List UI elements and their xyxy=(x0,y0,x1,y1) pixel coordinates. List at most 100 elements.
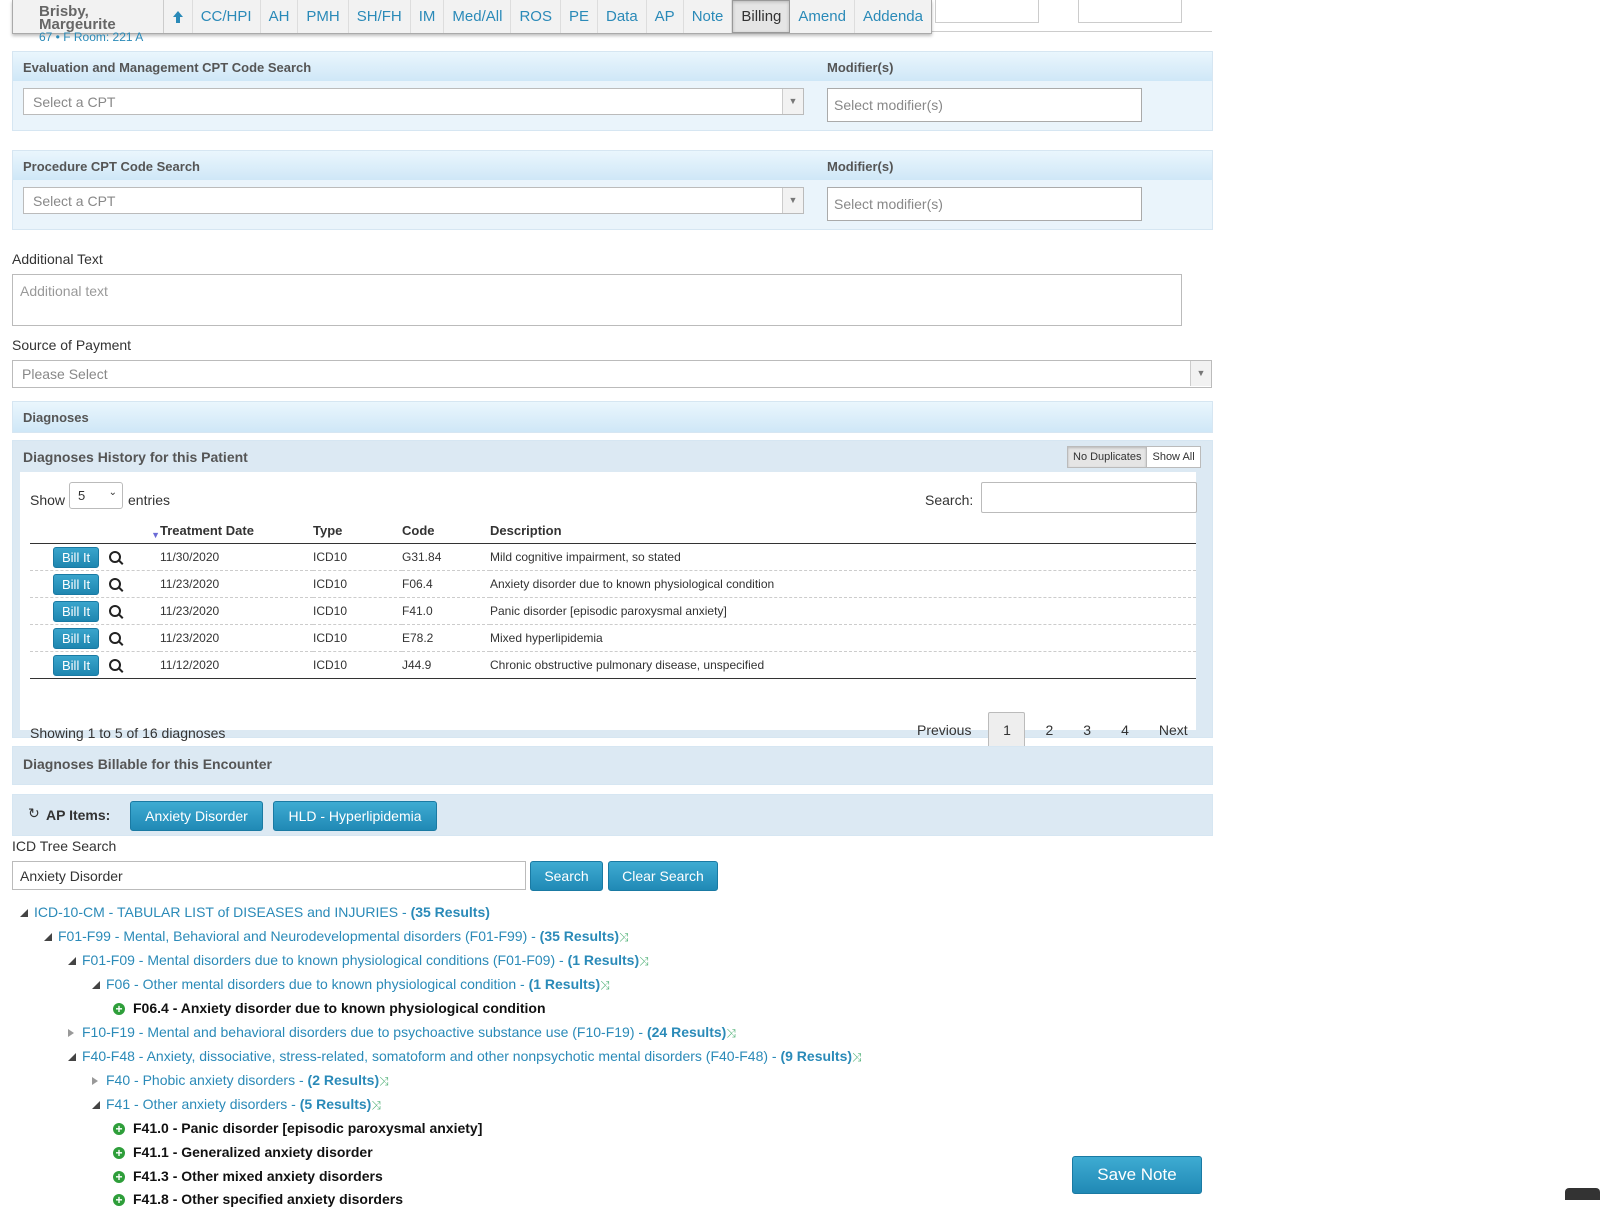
leaf-label[interactable]: F41.0 - Panic disorder [episodic paroxys… xyxy=(133,1120,482,1136)
next-page-button[interactable]: Next xyxy=(1159,722,1188,738)
collapsed-triangle-icon[interactable] xyxy=(68,1029,74,1037)
tab-im[interactable]: IM xyxy=(411,0,445,33)
no-duplicates-button[interactable]: No Duplicates xyxy=(1067,446,1148,468)
tab-note[interactable]: Note xyxy=(684,0,733,33)
icd-search-button[interactable]: Search xyxy=(530,861,603,891)
tree-node-label[interactable]: F01-F99 - Mental, Behavioral and Neurode… xyxy=(58,928,540,944)
prev-page-button[interactable]: Previous xyxy=(917,722,971,738)
payment-select[interactable]: Please Select ▼ xyxy=(12,360,1212,388)
icd-tree-node[interactable]: F01-F09 - Mental disorders due to known … xyxy=(68,952,649,969)
col-type[interactable]: Type xyxy=(313,517,402,544)
shuffle-icon[interactable]: ⤨ xyxy=(726,1026,736,1040)
chevron-down-icon[interactable]: ▼ xyxy=(782,188,803,213)
tab-billing[interactable]: Billing xyxy=(732,0,791,33)
icd-tree-node[interactable]: F40-F48 - Anxiety, dissociative, stress-… xyxy=(68,1048,862,1065)
tab-amend[interactable]: Amend xyxy=(790,0,855,33)
expanded-triangle-icon[interactable] xyxy=(68,1053,76,1061)
tab-pmh[interactable]: PMH xyxy=(298,0,349,33)
bill-it-button[interactable]: Bill It xyxy=(53,654,100,676)
collapsed-triangle-icon[interactable] xyxy=(92,1077,98,1085)
expanded-triangle-icon[interactable] xyxy=(44,933,52,941)
additional-text-area[interactable]: Additional text xyxy=(12,274,1182,326)
em-cpt-select[interactable]: Select a CPT ▼ xyxy=(23,88,804,115)
add-icon[interactable]: + xyxy=(113,1194,125,1206)
page-4-button[interactable]: 4 xyxy=(1121,722,1129,738)
leaf-label[interactable]: F41.1 - Generalized anxiety disorder xyxy=(133,1144,373,1160)
tree-node-label[interactable]: F06 - Other mental disorders due to know… xyxy=(106,976,529,992)
add-icon[interactable]: + xyxy=(113,1123,125,1135)
chevron-down-icon[interactable]: ▼ xyxy=(1190,361,1211,386)
tab-addenda[interactable]: Addenda xyxy=(855,0,931,33)
shuffle-icon[interactable]: ⤨ xyxy=(600,978,610,992)
add-icon[interactable]: + xyxy=(113,1171,125,1183)
scroll-top-icon[interactable] xyxy=(164,0,193,33)
tab-ap[interactable]: AP xyxy=(647,0,684,33)
icd-leaf-node[interactable]: + F41.0 - Panic disorder [episodic paroxy… xyxy=(113,1120,482,1136)
tab-ros[interactable]: ROS xyxy=(511,0,561,33)
expanded-triangle-icon[interactable] xyxy=(92,981,100,989)
add-icon[interactable]: + xyxy=(113,1003,125,1015)
icd-tree-node[interactable]: F06 - Other mental disorders due to know… xyxy=(92,976,610,993)
ap-item-anxiety-button[interactable]: Anxiety Disorder xyxy=(130,801,263,831)
icd-tree-node[interactable]: F41 - Other anxiety disorders - (5 Resul… xyxy=(92,1096,381,1113)
expanded-triangle-icon[interactable] xyxy=(20,909,28,917)
shuffle-icon[interactable]: ⤨ xyxy=(852,1050,862,1064)
icd-tree-node[interactable]: F01-F99 - Mental, Behavioral and Neurode… xyxy=(44,928,629,945)
search-icon[interactable] xyxy=(109,631,122,644)
procedure-modifier-input[interactable]: Select modifier(s) xyxy=(827,187,1142,221)
tree-node-label[interactable]: F40-F48 - Anxiety, dissociative, stress-… xyxy=(82,1048,780,1064)
entries-select[interactable]: 5 ⌄ xyxy=(69,482,123,509)
icd-tree-node[interactable]: F40 - Phobic anxiety disorders - (2 Resu… xyxy=(92,1072,389,1089)
tab-data[interactable]: Data xyxy=(598,0,647,33)
icd-search-input[interactable]: Anxiety Disorder xyxy=(12,861,526,890)
top-input-2[interactable] xyxy=(1078,0,1182,23)
tab-sh-fh[interactable]: SH/FH xyxy=(349,0,411,33)
tab-cc-hpi[interactable]: CC/HPI xyxy=(193,0,261,33)
bill-it-button[interactable]: Bill It xyxy=(53,546,100,568)
procedure-cpt-select[interactable]: Select a CPT ▼ xyxy=(23,187,804,214)
show-all-button[interactable]: Show All xyxy=(1147,446,1201,468)
icd-leaf-node[interactable]: + F41.3 - Other mixed anxiety disorders xyxy=(113,1168,383,1184)
refresh-icon[interactable]: ↻ xyxy=(28,805,40,822)
icd-tree-node[interactable]: F10-F19 - Mental and behavioral disorder… xyxy=(68,1024,736,1041)
leaf-label[interactable]: F41.8 - Other specified anxiety disorder… xyxy=(133,1191,403,1207)
save-note-button[interactable]: Save Note xyxy=(1072,1156,1202,1194)
chevron-down-icon[interactable]: ▼ xyxy=(782,89,803,114)
page-3-button[interactable]: 3 xyxy=(1083,722,1091,738)
tree-node-label[interactable]: ICD-10-CM - TABULAR LIST of DISEASES and… xyxy=(34,904,411,920)
add-icon[interactable]: + xyxy=(113,1147,125,1159)
shuffle-icon[interactable]: ⤨ xyxy=(619,930,629,944)
tree-node-label[interactable]: F10-F19 - Mental and behavioral disorder… xyxy=(82,1024,647,1040)
sort-desc-icon[interactable]: ▼ xyxy=(151,530,160,540)
bill-it-button[interactable]: Bill It xyxy=(53,573,100,595)
top-input-1[interactable] xyxy=(935,0,1039,23)
expanded-triangle-icon[interactable] xyxy=(68,957,76,965)
tree-node-label[interactable]: F40 - Phobic anxiety disorders - xyxy=(106,1072,308,1088)
col-code[interactable]: Code xyxy=(402,517,490,544)
leaf-label[interactable]: F41.3 - Other mixed anxiety disorders xyxy=(133,1168,383,1184)
icd-leaf-node[interactable]: + F41.8 - Other specified anxiety disorde… xyxy=(113,1191,403,1207)
tab-pe[interactable]: PE xyxy=(561,0,598,33)
leaf-label[interactable]: F06.4 - Anxiety disorder due to known ph… xyxy=(133,1000,546,1016)
shuffle-icon[interactable]: ⤨ xyxy=(639,954,649,968)
col-treatment-date[interactable]: Treatment Date xyxy=(160,517,313,544)
clipboard-icon[interactable] xyxy=(1565,1188,1600,1200)
search-icon[interactable] xyxy=(109,604,122,617)
icd-leaf-node[interactable]: + F41.1 - Generalized anxiety disorder xyxy=(113,1144,373,1160)
tree-node-label[interactable]: F41 - Other anxiety disorders - xyxy=(106,1096,300,1112)
search-icon[interactable] xyxy=(109,550,122,563)
ap-item-hld-button[interactable]: HLD - Hyperlipidemia xyxy=(273,801,437,831)
col-description[interactable]: Description xyxy=(490,517,1196,544)
tab-med-all[interactable]: Med/All xyxy=(444,0,512,33)
expanded-triangle-icon[interactable] xyxy=(92,1101,100,1109)
search-icon[interactable] xyxy=(109,577,122,590)
tab-ah[interactable]: AH xyxy=(261,0,299,33)
bill-it-button[interactable]: Bill It xyxy=(53,600,100,622)
search-icon[interactable] xyxy=(109,658,122,671)
icd-tree-node[interactable]: ICD-10-CM - TABULAR LIST of DISEASES and… xyxy=(20,904,490,920)
em-modifier-input[interactable]: Select modifier(s) xyxy=(827,88,1142,122)
bill-it-button[interactable]: Bill It xyxy=(53,627,100,649)
page-1-button[interactable]: 1 xyxy=(988,712,1026,748)
shuffle-icon[interactable]: ⤨ xyxy=(379,1074,389,1088)
tree-node-label[interactable]: F01-F09 - Mental disorders due to known … xyxy=(82,952,568,968)
